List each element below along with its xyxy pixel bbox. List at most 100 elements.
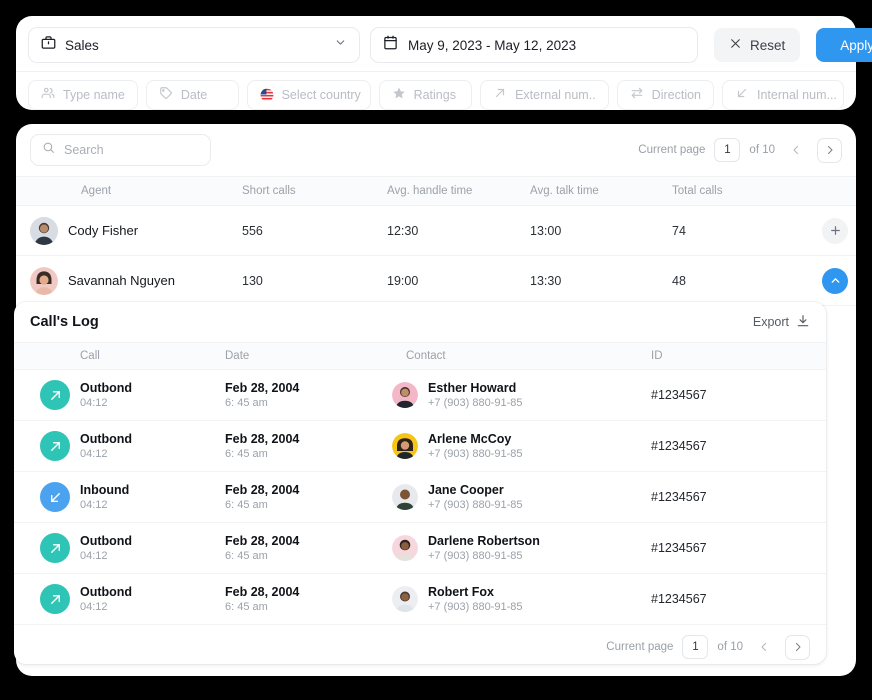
column-header-date: Date <box>225 350 249 362</box>
pagination-next-button[interactable] <box>785 635 810 660</box>
arrow-down-left-icon <box>735 86 749 105</box>
search-field[interactable] <box>30 134 211 166</box>
download-icon <box>796 314 810 331</box>
call-log-row[interactable]: Inbound 04:12 Feb 28, 2004 6: 45 am Jane… <box>14 472 826 523</box>
apply-button-label: Apply <box>840 38 872 53</box>
contact-name: Darlene Robertson <box>428 533 540 549</box>
apply-button[interactable]: Apply <box>816 28 872 62</box>
call-id: #1234567 <box>651 541 707 555</box>
filter-chip-direction[interactable]: Direction <box>617 80 714 110</box>
call-log-row[interactable]: Outbond 04:12 Feb 28, 2004 6: 45 am Arle… <box>14 421 826 472</box>
column-header-total-calls: Total calls <box>672 185 723 197</box>
call-log-panel: Call's Log Export Call Date Contact ID O… <box>14 302 826 664</box>
call-time: 6: 45 am <box>225 396 299 411</box>
call-date: Feb 28, 2004 <box>225 431 299 447</box>
filter-chip-internal-number[interactable]: Internal num... <box>722 80 844 110</box>
calendar-icon <box>383 35 398 55</box>
expand-row-button[interactable] <box>822 218 848 244</box>
arrow-up-right-icon <box>40 584 70 614</box>
app-root: Sales May 9, 2023 - May 12, 2023 Reset <box>0 0 872 700</box>
star-icon <box>392 86 406 105</box>
avatar <box>392 586 418 612</box>
column-header-id: ID <box>651 350 663 362</box>
call-duration: 04:12 <box>80 600 132 615</box>
date-range-picker[interactable]: May 9, 2023 - May 12, 2023 <box>370 27 698 63</box>
date-range-value: May 9, 2023 - May 12, 2023 <box>408 38 576 53</box>
avatar <box>392 484 418 510</box>
agent-avg-handle-time: 12:30 <box>387 224 418 238</box>
column-header-contact: Contact <box>406 350 446 362</box>
call-date: Feb 28, 2004 <box>225 482 299 498</box>
column-header-short-calls: Short calls <box>242 185 296 197</box>
filter-chip-country[interactable]: Select country <box>247 80 371 110</box>
contact-phone: +7 (903) 880-91-85 <box>428 498 522 513</box>
call-time: 6: 45 am <box>225 549 299 564</box>
call-direction: Outbond <box>80 431 132 447</box>
chevron-left-icon <box>758 641 770 653</box>
call-duration: 04:12 <box>80 447 132 462</box>
contact-name: Robert Fox <box>428 584 522 600</box>
filter-chip-type-name[interactable]: Type name <box>28 80 138 110</box>
agent-name: Savannah Nguyen <box>68 273 175 288</box>
plus-icon <box>829 224 842 237</box>
call-duration: 04:12 <box>80 549 132 564</box>
call-date: Feb 28, 2004 <box>225 533 299 549</box>
chevron-left-icon <box>790 144 802 156</box>
chevron-down-icon <box>334 36 347 54</box>
filter-chip-date[interactable]: Date <box>146 80 239 110</box>
pagination-total: of 10 <box>749 144 775 156</box>
reset-button[interactable]: Reset <box>714 28 800 62</box>
contact-phone: +7 (903) 880-91-85 <box>428 600 522 615</box>
table-row[interactable]: Savannah Nguyen 130 19:00 13:30 48 <box>16 256 856 306</box>
briefcase-icon <box>41 35 56 55</box>
search-icon <box>42 141 55 159</box>
search-input[interactable] <box>64 143 199 157</box>
contact-phone: +7 (903) 880-91-85 <box>428 549 540 564</box>
filter-chip-label: Direction <box>652 88 701 102</box>
filter-chip-external-number[interactable]: External num.. <box>480 80 609 110</box>
call-log-row[interactable]: Outbond 04:12 Feb 28, 2004 6: 45 am Robe… <box>14 574 826 625</box>
call-date: Feb 28, 2004 <box>225 380 299 396</box>
close-icon <box>729 37 742 53</box>
pagination-prev-button[interactable] <box>784 138 808 162</box>
contact-name: Esther Howard <box>428 380 522 396</box>
call-id: #1234567 <box>651 388 707 402</box>
pagination-page-input[interactable]: 1 <box>682 635 708 659</box>
export-button-label: Export <box>753 315 789 329</box>
call-time: 6: 45 am <box>225 447 299 462</box>
export-button[interactable]: Export <box>753 314 810 331</box>
column-header-avg-talk-time: Avg. talk time <box>530 185 599 197</box>
arrows-exchange-icon <box>630 86 644 105</box>
call-log-footer: Current page 1 of 10 <box>14 625 826 664</box>
tag-icon <box>159 86 173 105</box>
agent-avg-talk-time: 13:00 <box>530 224 561 238</box>
pagination-next-button[interactable] <box>817 138 842 163</box>
agent-name: Cody Fisher <box>68 223 138 238</box>
arrow-up-right-icon <box>40 431 70 461</box>
arrow-up-right-icon <box>493 86 507 105</box>
filter-chip-label: Type name <box>63 88 125 102</box>
avatar <box>30 217 58 245</box>
call-date: Feb 28, 2004 <box>225 584 299 600</box>
call-log-row[interactable]: Outbond 04:12 Feb 28, 2004 6: 45 am Darl… <box>14 523 826 574</box>
collapse-row-button[interactable] <box>822 268 848 294</box>
filter-chip-ratings[interactable]: Ratings <box>379 80 473 110</box>
call-id: #1234567 <box>651 592 707 606</box>
column-header-agent: Agent <box>81 185 111 197</box>
search-toolbar: Current page 1 of 10 <box>16 124 856 176</box>
agent-avg-talk-time: 13:30 <box>530 274 561 288</box>
agent-short-calls: 556 <box>242 224 263 238</box>
chevron-up-icon <box>829 274 842 287</box>
pagination-top: Current page 1 of 10 <box>638 138 842 163</box>
filter-chip-label: External num.. <box>515 88 596 102</box>
call-duration: 04:12 <box>80 498 129 513</box>
table-row[interactable]: Cody Fisher 556 12:30 13:00 74 <box>16 206 856 256</box>
pagination-page-input[interactable]: 1 <box>714 138 740 162</box>
arrow-up-right-icon <box>40 533 70 563</box>
users-icon <box>41 86 55 105</box>
department-select[interactable]: Sales <box>28 27 360 63</box>
call-log-row[interactable]: Outbond 04:12 Feb 28, 2004 6: 45 am Esth… <box>14 370 826 421</box>
column-header-avg-handle-time: Avg. handle time <box>387 185 472 197</box>
contact-name: Jane Cooper <box>428 482 522 498</box>
pagination-prev-button[interactable] <box>752 635 776 659</box>
